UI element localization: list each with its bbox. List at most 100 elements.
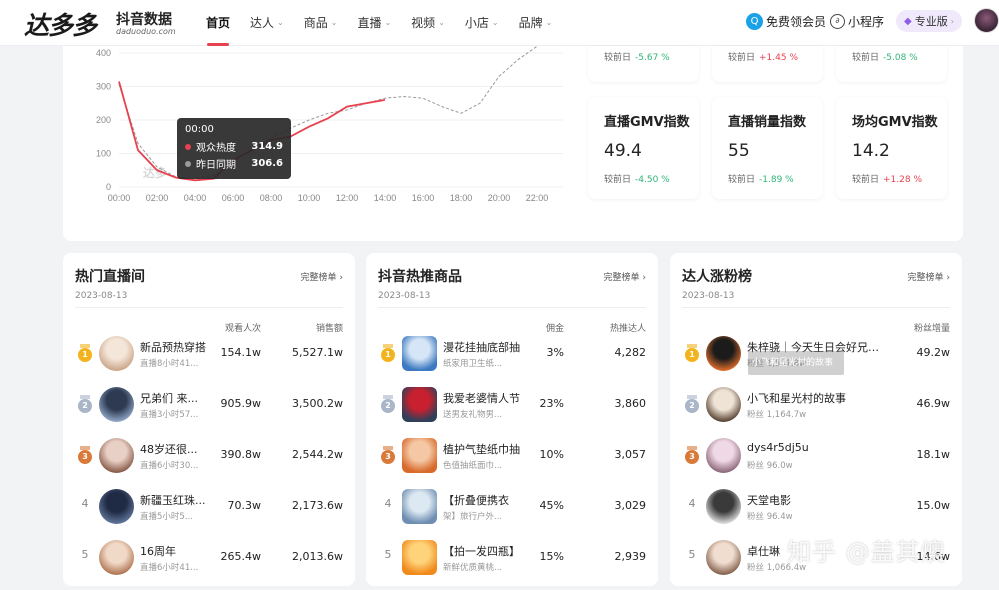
nav-item-shop[interactable]: 小店 ⌄: [465, 0, 499, 46]
rank-number: 5: [384, 548, 392, 561]
metric-compare: 较前日 -5.08 %: [852, 53, 918, 63]
list-item[interactable]: 1 新品预热穿搭 直播8小时41... 154.1w 5,527.1w: [63, 329, 355, 380]
item-subtitle: 粉丝 96.4w: [747, 512, 793, 522]
nav-item-live[interactable]: 直播 ⌄: [357, 0, 391, 46]
list-item[interactable]: 3 dys4r5dj5u 粉丝 96.0w 18.1w: [670, 431, 962, 482]
list-item[interactable]: 4 天堂电影 粉丝 96.4w 15.0w: [670, 482, 962, 533]
item-thumbnail[interactable]: [99, 489, 134, 524]
item-thumbnail[interactable]: [402, 387, 437, 422]
item-thumbnail[interactable]: [706, 438, 741, 473]
user-avatar[interactable]: [974, 8, 999, 33]
item-name[interactable]: 新疆玉红珠...: [140, 492, 224, 508]
rank-number: 4: [384, 497, 392, 510]
item-name[interactable]: 新品预热穿搭: [140, 339, 224, 355]
list-item[interactable]: 4 新疆玉红珠... 直播5小时5... 70.3w 2,173.6w: [63, 482, 355, 533]
main-nav: 首页 达人 ⌄ 商品 ⌄ 直播 ⌄ 视频 ⌄ 小店 ⌄ 品牌 ⌄: [206, 0, 572, 46]
list-item[interactable]: 5 【拍一发四瓶】 新鲜优质黄桃... 15% 2,939: [366, 533, 658, 584]
item-name[interactable]: dys4r5dj5u: [747, 441, 887, 454]
item-subtitle: 粉丝 96.0w: [747, 461, 793, 471]
item-thumbnail[interactable]: [99, 438, 134, 473]
metric-card-gmv-index[interactable]: 直播GMV指数 49.4 较前日 -4.50 %: [588, 97, 699, 199]
metric-card-avg-gmv-index[interactable]: 场均GMV指数 14.2 较前日 +1.28 %: [836, 97, 947, 199]
divider: [75, 307, 343, 308]
nav-item-influencer[interactable]: 达人 ⌄: [250, 0, 284, 46]
series-dot-icon: [185, 143, 191, 150]
item-thumbnail[interactable]: [402, 540, 437, 575]
list-item[interactable]: 3 48岁还很... 直播6小时30... 390.8w 2,544.2w: [63, 431, 355, 482]
list-item[interactable]: 1 漫花挂抽底部抽 纸家用卫生纸... 3% 4,282: [366, 329, 658, 380]
x-tick-label: 22:00: [526, 193, 549, 203]
item-subtitle: 粉丝 1,164.7w: [747, 410, 807, 420]
rank-number: 5: [688, 548, 696, 561]
item-name[interactable]: 小飞和星光村的故事: [747, 390, 887, 406]
item-thumbnail[interactable]: [99, 336, 134, 371]
item-thumbnail[interactable]: [99, 540, 134, 575]
row-metric-2: 3,860: [614, 397, 647, 410]
chevron-right-icon: ›: [339, 273, 343, 283]
metric-card[interactable]: 较前日 +1.45 %: [712, 46, 823, 82]
tooltip-series-value: 306.6: [251, 158, 283, 169]
x-tick-label: 04:00: [184, 193, 207, 203]
list-item[interactable]: 2 我爱老婆情人节 送男友礼物男... 23% 3,860: [366, 380, 658, 431]
item-thumbnail[interactable]: [706, 336, 741, 371]
item-name[interactable]: 天堂电影: [747, 492, 887, 508]
list-item[interactable]: 4 【折叠便携衣 架】旅行户外... 45% 3,029: [366, 482, 658, 533]
item-name[interactable]: 48岁还很...: [140, 441, 224, 457]
item-thumbnail[interactable]: [706, 489, 741, 524]
item-thumbnail[interactable]: [706, 540, 741, 575]
item-thumbnail[interactable]: [706, 387, 741, 422]
nav-item-home[interactable]: 首页: [206, 0, 230, 46]
rank-medal-icon: 3: [77, 446, 93, 464]
free-member-button[interactable]: Q 免费领会员: [746, 11, 826, 31]
list-item[interactable]: 3 植护气垫纸巾抽 色值抽纸面巾... 10% 3,057: [366, 431, 658, 482]
item-name[interactable]: 兄弟们 来...: [140, 390, 224, 406]
item-name[interactable]: 16周年: [140, 543, 224, 559]
row-metric-2: 3,500.2w: [292, 397, 343, 410]
panel-title: 热门直播间: [75, 269, 145, 285]
panel-title: 达人涨粉榜: [682, 269, 752, 285]
metric-card[interactable]: 较前日 -5.67 %: [588, 46, 699, 82]
list-item[interactable]: 5 16周年 直播6小时41... 265.4w 2,013.6w: [63, 533, 355, 584]
x-tick-label: 20:00: [488, 193, 511, 203]
tooltip-series-name: 昨日同期: [196, 160, 236, 171]
hot-live-rooms-panel: 热门直播间 完整榜单 › 2023-08-13 观看人次 销售额 1 新品预热穿搭 直播…: [63, 253, 355, 586]
row-metric-2: 3,029: [614, 499, 647, 512]
rank-medal-icon: 1: [380, 344, 396, 362]
chevron-down-icon: ⌄: [545, 18, 553, 27]
item-name[interactable]: 【折叠便携衣: [443, 492, 527, 508]
row-metric-2: 5,527.1w: [292, 346, 343, 359]
watermark: 知乎 @盖其燠: [787, 538, 946, 566]
row-metric-2: 2,173.6w: [292, 499, 343, 512]
item-name[interactable]: 我爱老婆情人节: [443, 390, 527, 406]
rank-number: 4: [81, 497, 89, 510]
miniprogram-button[interactable]: ∂ 小程序: [830, 11, 884, 31]
row-metric-2: 2,544.2w: [292, 448, 343, 461]
full-list-link[interactable]: 完整榜单 ›: [908, 270, 951, 283]
metric-card[interactable]: 较前日 -5.08 %: [836, 46, 947, 82]
item-thumbnail[interactable]: [99, 387, 134, 422]
logo[interactable]: 达多多 抖音数据 daduoduo.com: [24, 6, 184, 40]
item-thumbnail[interactable]: [402, 336, 437, 371]
audience-heat-chart: 0 100 200 300 400 00:00 02:00 04:00 06:00 08:00 10…: [96, 46, 563, 203]
chevron-down-icon: ⌄: [384, 18, 392, 27]
item-name[interactable]: 【拍一发四瓶】: [443, 543, 527, 559]
item-thumbnail[interactable]: [402, 489, 437, 524]
item-name[interactable]: 漫花挂抽底部抽: [443, 339, 527, 355]
metric-card-sales-index[interactable]: 直播销量指数 55 较前日 -1.89 %: [712, 97, 823, 199]
full-list-link[interactable]: 完整榜单 ›: [301, 270, 344, 283]
item-name[interactable]: 植护气垫纸巾抽: [443, 441, 527, 457]
full-list-link[interactable]: 完整榜单 ›: [604, 270, 647, 283]
y-tick-label: 400: [96, 48, 111, 58]
row-metric-1: 154.1w: [220, 346, 262, 359]
hot-products-panel: 抖音热推商品 完整榜单 › 2023-08-13 佣金 热推达人 1 漫花挂抽底部抽 纸…: [366, 253, 658, 586]
pro-version-button[interactable]: ◆ 专业版 ›: [896, 10, 962, 32]
list-item[interactable]: 2 兄弟们 来... 直播3小时57... 905.9w 3,500.2w: [63, 380, 355, 431]
item-thumbnail[interactable]: [402, 438, 437, 473]
list-item[interactable]: 2 小飞和星光村的故事 粉丝 1,164.7w 46.9w: [670, 380, 962, 431]
nav-item-product[interactable]: 商品 ⌄: [304, 0, 338, 46]
row-metric-2: 15.0w: [916, 499, 951, 512]
nav-item-video[interactable]: 视频 ⌄: [411, 0, 445, 46]
metric-value: 14.2: [852, 141, 890, 161]
y-tick-label: 0: [106, 182, 111, 192]
nav-item-brand[interactable]: 品牌 ⌄: [519, 0, 553, 46]
